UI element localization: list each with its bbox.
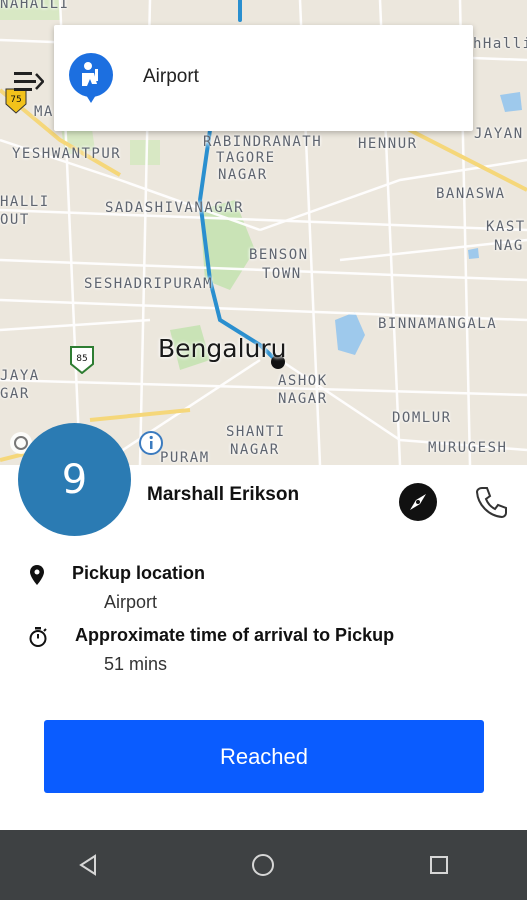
map-label: GAR — [0, 386, 30, 402]
avatar-number: 9 — [61, 456, 88, 503]
stopwatch-icon — [28, 626, 50, 648]
pickup-value: Airport — [104, 592, 158, 612]
pickup-title: Pickup location — [72, 563, 206, 583]
map-label: BENSON — [249, 247, 309, 263]
call-button[interactable] — [471, 482, 511, 522]
map-label: BINNAMANGALA — [378, 316, 498, 332]
route-badge: 85 — [70, 346, 94, 374]
phone-icon — [475, 487, 507, 519]
map-label: JAYA — [0, 368, 40, 384]
map-label: TAGORE — [216, 150, 276, 166]
driver-avatar: 9 — [18, 423, 131, 536]
map-label: NAGAR — [278, 391, 328, 407]
destination-card[interactable]: Airport — [54, 25, 473, 131]
map-label: JAYAN — [474, 126, 524, 142]
eta-title: Approximate time of arrival to Pickup — [75, 625, 395, 645]
menu-icon[interactable] — [14, 70, 44, 94]
map-label: NAGAR — [218, 167, 268, 183]
map-label: BANASWA — [436, 186, 506, 202]
map-label: MA — [34, 104, 54, 120]
reached-button[interactable]: Reached — [44, 720, 484, 793]
map-label: YESHWANTPUR — [12, 146, 122, 162]
map-label: HENNUR — [358, 136, 418, 152]
eta-value: 51 mins — [104, 654, 168, 674]
route-badge-label: 85 — [76, 354, 87, 364]
map-label: DOMLUR — [392, 410, 452, 426]
map-label: TOWN — [262, 266, 302, 282]
map-label: hHalli — [473, 36, 527, 52]
map-label: NAHALLI — [0, 0, 70, 12]
map-label: KAST — [486, 219, 526, 235]
map-label: MURUGESH — [428, 440, 508, 456]
pickup-person-icon — [68, 53, 114, 103]
map-label: NAGAR — [230, 442, 280, 458]
navigate-button[interactable] — [398, 482, 438, 522]
map-label: OUT — [0, 212, 30, 228]
destination-label: Airport — [143, 66, 199, 87]
recent-square-icon[interactable] — [419, 845, 459, 885]
map-label: SADASHIVANAGAR — [105, 200, 245, 216]
map-label: RABINDRANATH — [203, 134, 323, 150]
map-label: SESHADRIPURAM — [84, 276, 214, 292]
route-badge-label: 75 — [10, 95, 21, 105]
driver-name: Marshall Erikson — [147, 484, 300, 505]
map-view[interactable]: NAHALLI hHalli MA RABINDRANATH TAGORE NA… — [0, 0, 527, 465]
back-triangle-icon[interactable] — [68, 845, 108, 885]
home-circle-icon[interactable] — [243, 845, 283, 885]
system-nav-bar — [0, 830, 527, 900]
map-label: ASHOK — [278, 373, 328, 389]
map-label: NAG — [494, 238, 524, 254]
location-pin-icon — [28, 564, 50, 586]
map-label: PURAM — [160, 450, 210, 465]
info-icon[interactable] — [138, 430, 164, 456]
city-label: Bengaluru — [158, 334, 287, 363]
compass-icon — [399, 483, 437, 521]
map-label: SHANTI — [226, 424, 286, 440]
map-label: HALLI — [0, 194, 50, 210]
